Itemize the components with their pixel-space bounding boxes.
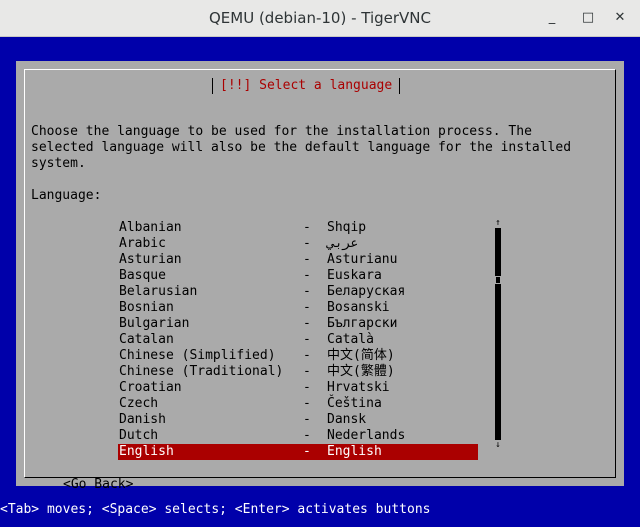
language-native-name: Euskara bbox=[327, 268, 382, 283]
minimize-icon[interactable]: _ bbox=[544, 10, 560, 26]
language-option[interactable]: Basque - Euskara bbox=[118, 268, 478, 284]
scrollbar-track-lower[interactable] bbox=[495, 284, 501, 440]
language-native-name: Asturianu bbox=[327, 252, 398, 267]
dialog-title: [!!] Select a language bbox=[212, 78, 401, 94]
language-name: Croatian bbox=[119, 380, 182, 395]
language-name: Dutch bbox=[119, 428, 159, 443]
language-option[interactable]: Bosnian - Bosanski bbox=[118, 300, 478, 316]
language-option[interactable]: Chinese (Traditional) - 中文(繁體) bbox=[118, 364, 478, 380]
language-native-name: عربي bbox=[327, 236, 359, 251]
language-option[interactable]: Asturian - Asturianu bbox=[118, 252, 478, 268]
language-separator: - bbox=[303, 316, 311, 331]
language-native-name: Bosanski bbox=[327, 300, 390, 315]
language-separator: - bbox=[303, 252, 311, 267]
language-option[interactable]: Catalan - Català bbox=[118, 332, 478, 348]
language-option[interactable]: Danish - Dansk bbox=[118, 412, 478, 428]
language-native-name: Català bbox=[327, 332, 374, 347]
language-native-name: English bbox=[327, 444, 382, 459]
language-separator: - bbox=[303, 236, 311, 251]
language-native-name: 中文(简体) bbox=[327, 348, 395, 363]
language-name: Danish bbox=[119, 412, 166, 427]
language-separator: - bbox=[303, 380, 311, 395]
description-line-2: selected language will also be the defau… bbox=[31, 140, 572, 155]
select-language-dialog: [!!] Select a language Choose the langua… bbox=[16, 61, 624, 492]
language-separator: - bbox=[303, 220, 311, 235]
vnc-screen: [!!] Select a language Choose the langua… bbox=[0, 37, 640, 527]
language-name: Chinese (Traditional) bbox=[119, 364, 284, 379]
language-native-name: 中文(繁體) bbox=[327, 364, 395, 379]
language-option-selected[interactable]: English - English bbox=[118, 444, 478, 460]
scroll-up-icon[interactable]: ↑ bbox=[494, 218, 502, 228]
language-separator: - bbox=[303, 348, 311, 363]
language-option[interactable]: Chinese (Simplified) - 中文(简体) bbox=[118, 348, 478, 364]
language-name: English bbox=[119, 444, 174, 459]
language-native-name: Shqip bbox=[327, 220, 367, 235]
language-option[interactable]: Croatian - Hrvatski bbox=[118, 380, 478, 396]
language-separator: - bbox=[303, 396, 311, 411]
maximize-icon[interactable]: □ bbox=[580, 10, 596, 26]
language-option[interactable]: Albanian - Shqip bbox=[118, 220, 478, 236]
language-native-name: Български bbox=[327, 316, 398, 331]
scroll-down-icon[interactable]: ↓ bbox=[494, 440, 502, 450]
language-native-name: Hrvatski bbox=[327, 380, 390, 395]
language-name: Arabic bbox=[119, 236, 166, 251]
language-name: Catalan bbox=[119, 332, 174, 347]
language-native-name: Nederlands bbox=[327, 428, 406, 443]
description-line-3: system. bbox=[31, 156, 86, 171]
language-field-label: Language: bbox=[31, 188, 102, 203]
language-native-name: Dansk bbox=[327, 412, 367, 427]
language-separator: - bbox=[303, 300, 311, 315]
description-line-1: Choose the language to be used for the i… bbox=[31, 124, 532, 139]
language-name: Chinese (Simplified) bbox=[119, 348, 276, 363]
go-back-button[interactable]: <Go Back> bbox=[63, 477, 133, 493]
language-scrollbar[interactable]: ↑ ↓ bbox=[494, 218, 502, 452]
language-native-name: Čeština bbox=[327, 396, 382, 411]
language-option[interactable]: Belarusian - Беларуская bbox=[118, 284, 478, 300]
language-option[interactable]: Bulgarian - Български bbox=[118, 316, 478, 332]
window-titlebar: QEMU (debian-10) - TigerVNC _ □ ✕ bbox=[0, 0, 640, 37]
language-separator: - bbox=[303, 412, 311, 427]
language-option[interactable]: Dutch - Nederlands bbox=[118, 428, 478, 444]
scrollbar-track-upper[interactable] bbox=[495, 228, 501, 276]
close-icon[interactable]: ✕ bbox=[612, 10, 628, 26]
status-bar-help: <Tab> moves; <Space> selects; <Enter> ac… bbox=[0, 502, 431, 517]
language-name: Asturian bbox=[119, 252, 182, 267]
scrollbar-thumb[interactable] bbox=[494, 276, 502, 284]
language-separator: - bbox=[303, 364, 311, 379]
language-name: Bulgarian bbox=[119, 316, 190, 331]
language-name: Basque bbox=[119, 268, 166, 283]
language-separator: - bbox=[303, 428, 311, 443]
language-name: Albanian bbox=[119, 220, 182, 235]
language-separator: - bbox=[303, 332, 311, 347]
language-option[interactable]: Arabic - عربي bbox=[118, 236, 478, 252]
language-separator: - bbox=[303, 284, 311, 299]
language-separator: - bbox=[303, 444, 311, 459]
language-separator: - bbox=[303, 268, 311, 283]
language-option[interactable]: Czech - Čeština bbox=[118, 396, 478, 412]
language-name: Bosnian bbox=[119, 300, 174, 315]
language-native-name: Беларуская bbox=[327, 284, 406, 299]
language-name: Czech bbox=[119, 396, 159, 411]
language-name: Belarusian bbox=[119, 284, 198, 299]
